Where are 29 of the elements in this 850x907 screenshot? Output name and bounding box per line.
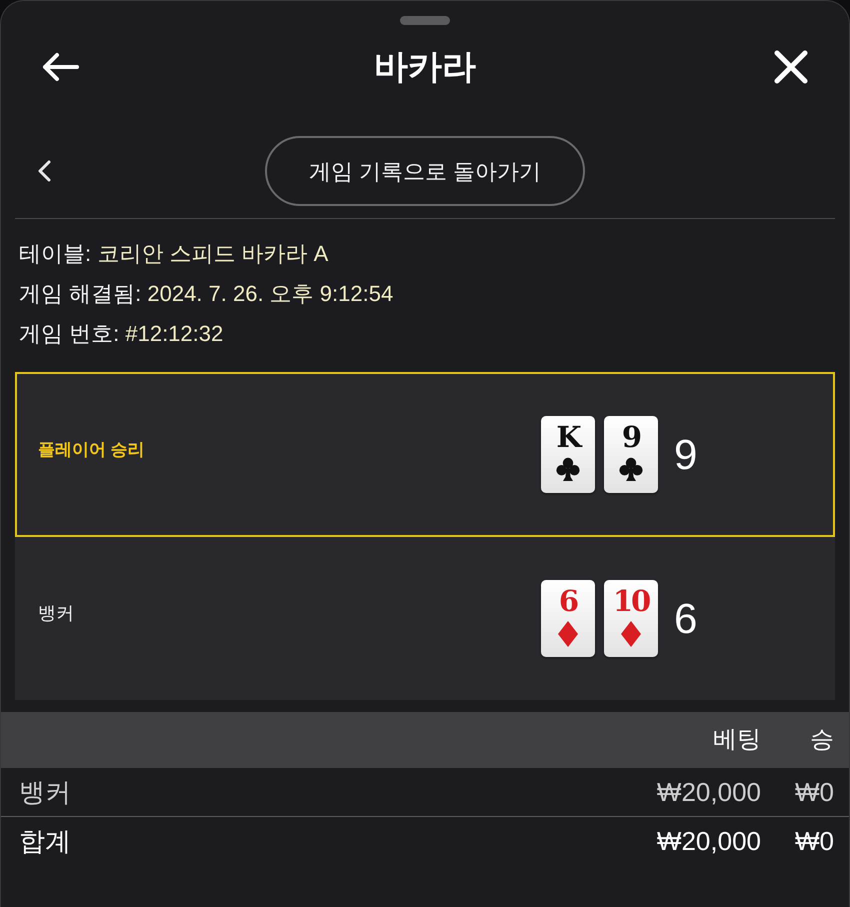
table-header-cell-text: 베팅 <box>712 725 761 755</box>
table-cell-text: 합계 <box>18 825 72 858</box>
diamond-icon <box>558 621 578 647</box>
table-cell-text: ₩20,000 <box>656 776 761 808</box>
card-rank: 9 <box>622 421 640 453</box>
back-to-history-button[interactable]: 게임 기록으로 돌아가기 <box>265 136 585 206</box>
hand-score: 6 <box>674 594 698 642</box>
table-header-cell-text: 승 <box>809 725 834 755</box>
card-rank: 6 <box>558 585 578 617</box>
table-cell-text: ₩20,000 <box>656 825 761 858</box>
table-cell-text: ₩0 <box>794 825 834 858</box>
hand-label: 플레이어 승리 <box>38 440 145 458</box>
chevron-left-icon[interactable] <box>37 160 51 182</box>
card-rank: 10 <box>612 585 650 617</box>
detail-line: 게임 번호: #12:12:32 <box>19 320 224 348</box>
drag-handle[interactable] <box>400 16 450 25</box>
hand-label: 뱅커 <box>38 603 74 623</box>
diamond-icon <box>621 621 641 647</box>
close-icon[interactable] <box>774 50 808 84</box>
club-icon <box>556 457 580 481</box>
detail-line: 테이블: 코리안 스피드 바카라 A <box>19 240 328 268</box>
card-rank: K <box>556 421 580 453</box>
table-cell-text: ₩0 <box>794 776 834 808</box>
table-cell-text: 뱅커 <box>18 776 72 808</box>
sheet-title: 바카라 <box>374 47 476 88</box>
detail-line: 게임 해결됨: 2024. 7. 26. 오후 9:12:54 <box>19 280 394 308</box>
back-arrow-icon[interactable] <box>41 52 79 82</box>
hand-score: 9 <box>674 430 698 478</box>
club-icon <box>619 457 643 481</box>
